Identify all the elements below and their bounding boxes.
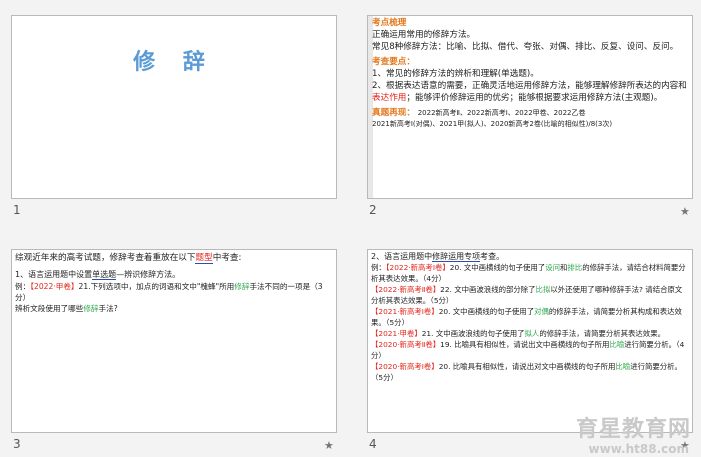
slide-thumbnail-3[interactable]: 综观近年来的高考试题，修辞考查着重放在以下题型中考查: 1、语言运用题中设置单选… <box>11 249 337 433</box>
text-line: 【2021·甲卷】21. 文中画波浪线的句子使用了拟人的修辞手法，请简要分析其表… <box>371 329 665 338</box>
slide-content: 综观近年来的高考试题，修辞考查着重放在以下题型中考查: 1、语言运用题中设置单选… <box>15 252 333 314</box>
text-line: 综观近年来的高考试题，修辞考查着重放在以下题型中考查: <box>15 253 242 264</box>
watermark-logo: 育星教育网 <box>575 417 691 442</box>
slide-sorter-pane: 修 辞 1 考点梳理 正确运用常用的修辞方法。 常见8种修辞方法：比喻、比拟、借… <box>0 0 701 457</box>
slide-thumbnail-1[interactable]: 修 辞 <box>11 15 337 199</box>
slide-number-4: 4 <box>369 437 377 451</box>
text-line: 【2021·新高考Ⅰ卷】20. 文中画横线的句子使用了对偶的修辞手法，请简要分析… <box>371 307 682 327</box>
text-line: 辨析文段使用了哪些修辞手法? <box>15 304 118 313</box>
text-line: 1、常见的修辞方法的辨析和理解(单选题)。 <box>372 69 539 79</box>
slide-thumbnail-4[interactable]: 2、语言运用题中修辞运用专项考查。 例：【2022·新高考Ⅰ卷】20. 文中画横… <box>367 249 693 433</box>
text-line: 【2020·新高考Ⅰ卷】20. 比喻具有相似性，请说出对文中画横线的句子所用比喻… <box>371 362 682 382</box>
text-line: 常见8种修辞方法：比喻、比拟、借代、夸张、对偶、排比、反复、设问、反问。 <box>372 42 679 52</box>
slide-title: 修 辞 <box>133 50 215 75</box>
text-line: 【2020·新高考Ⅱ卷】19. 比喻具有相似性，请说出文中画横线的句子所用比喻进… <box>371 340 685 360</box>
text-line: 2、根据表达语意的需要，正确灵活地运用修辞方法，能够理解修辞所表达的内容和表达作… <box>372 81 687 103</box>
animation-star-icon: ★ <box>680 205 690 218</box>
watermark-url: www.ht88.com <box>588 442 689 456</box>
animation-star-icon: ★ <box>324 439 334 452</box>
slide-content: 考点梳理 正确运用常用的修辞方法。 常见8种修辞方法：比喻、比拟、借代、夸张、对… <box>372 17 689 130</box>
text-line: 2、语言运用题中修辞运用专项考查。 <box>371 252 505 262</box>
section-title: 考点梳理 <box>372 18 407 28</box>
section-title: 考查要点： <box>372 57 415 67</box>
slide-number-1: 1 <box>13 203 21 217</box>
text-line: 例：【2022·新高考Ⅰ卷】20. 文中画横线的句子使用了设问和排比的修辞手法，… <box>371 263 686 283</box>
slide-number-3: 3 <box>13 437 21 451</box>
section-title: 真题再现： <box>372 108 415 118</box>
slide-thumbnail-2[interactable]: 考点梳理 正确运用常用的修辞方法。 常见8种修辞方法：比喻、比拟、借代、夸张、对… <box>367 15 693 199</box>
text-line: 1、语言运用题中设置单选题—辨识修辞方法。 <box>15 270 181 280</box>
text-line: 2021新高考Ⅰ(对偶)、2021甲(拟人)、2020新高考2卷(比喻的相似性)… <box>372 120 613 128</box>
text-line: 【2022·新高考Ⅱ卷】22. 文中画波浪线的部分除了比拟以外还使用了哪种修辞手… <box>371 285 683 305</box>
text-line: 例：【2022·甲卷】21.下列选项中，加点的词语和文中"槐蜂"所用修辞手法不同… <box>15 282 323 302</box>
slide-number-2: 2 <box>369 203 377 217</box>
slide-content: 2、语言运用题中修辞运用专项考查。 例：【2022·新高考Ⅰ卷】20. 文中画横… <box>371 251 688 383</box>
text-line: 正确运用常用的修辞方法。 <box>372 30 476 40</box>
